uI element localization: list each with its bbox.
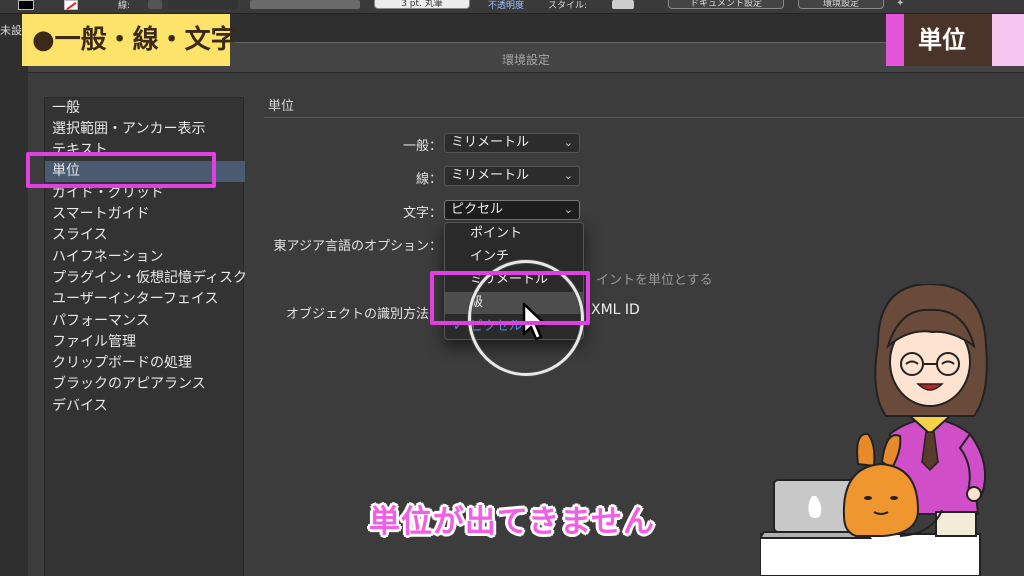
app-toolbar: 線: 3 pt. 丸筆 不透明度 スタイル: ドキュメント設定 環境設定 ✦ (0, 0, 1024, 14)
units-item-highlight (26, 152, 216, 188)
chevron-down-icon: ⌄ (563, 169, 573, 182)
stroke-swatch[interactable] (64, 0, 78, 10)
unit-tag-label: 単位 (904, 14, 992, 66)
screen: 線: 3 pt. 丸筆 不透明度 スタイル: ドキュメント設定 環境設定 ✦ 未… (0, 0, 1024, 576)
sidebar-item-hyphenation[interactable]: ハイフネーション (45, 247, 245, 268)
fill-swatch[interactable] (18, 0, 34, 10)
xml-id-option[interactable]: XML ID (591, 302, 640, 318)
sidebar-item-devices[interactable]: デバイス (45, 396, 245, 417)
style-swatch[interactable] (612, 0, 634, 9)
opacity-link[interactable]: 不透明度 (488, 0, 524, 11)
sidebar-item-black-appearance[interactable]: ブラックのアピアランス (45, 374, 245, 395)
sidebar-item-file-handling[interactable]: ファイル管理 (45, 332, 245, 353)
variable-width-field[interactable] (250, 0, 360, 9)
stroke-units-value: ミリメートル (451, 168, 530, 183)
partial-label: 未設 (0, 24, 22, 37)
sidebar-item-clipboard[interactable]: クリップボードの処理 (45, 353, 245, 374)
unit-tag-accent (886, 14, 904, 66)
type-units-select[interactable]: ピクセル ⌄ (444, 200, 580, 220)
preferences-button[interactable]: 環境設定 (798, 0, 884, 9)
east-asian-points-option[interactable]: イントを単位とする (596, 269, 713, 288)
pin-icon[interactable]: ✦ (896, 0, 904, 9)
document-setup-button[interactable]: ドキュメント設定 (668, 0, 784, 9)
sidebar-item-plugins[interactable]: プラグイン・仮想記憶ディスク (45, 268, 247, 289)
caption: 単位が出てきません (368, 504, 656, 540)
stroke-weight-chevron[interactable] (148, 0, 162, 9)
general-units-value: ミリメートル (451, 135, 530, 150)
object-id-label: オブジェクトの識別方法： (285, 307, 442, 322)
unit-tag: 単位 (886, 14, 1024, 66)
section-divider (264, 117, 1024, 118)
type-units-value: ピクセル (451, 202, 504, 217)
stroke-weight-field[interactable] (168, 0, 238, 9)
east-asian-options-label: 東アジア言語のオプション： (273, 239, 442, 254)
sidebar-item-selection[interactable]: 選択範囲・アンカー表示 (45, 119, 245, 140)
chevron-down-icon: ⌄ (563, 203, 573, 216)
sidebar-item-slices[interactable]: スライス (45, 225, 245, 246)
section-title: 単位 (268, 99, 295, 114)
type-units-label: 文字： (402, 206, 442, 221)
stroke-units-label: 線： (415, 172, 442, 187)
general-units-select[interactable]: ミリメートル ⌄ (444, 133, 580, 153)
sidebar-item-performance[interactable]: パフォーマンス (45, 311, 245, 332)
chevron-down-icon: ⌄ (563, 136, 573, 149)
general-units-label: 一般： (402, 139, 442, 154)
sidebar-item-smart-guides[interactable]: スマートガイド (45, 204, 245, 225)
brush-definition-select[interactable]: 3 pt. 丸筆 (374, 0, 470, 9)
category-tag: ●一般・線・文字 (22, 14, 237, 66)
dropdown-item-points[interactable]: ポイント (445, 223, 583, 245)
sidebar-item-user-interface[interactable]: ユーザーインターフェイス (45, 289, 245, 310)
none-stroke-icon (66, 2, 77, 10)
stroke-units-select[interactable]: ミリメートル ⌄ (444, 166, 580, 186)
stroke-label: 線: (118, 1, 131, 11)
style-label: スタイル: (548, 1, 588, 11)
q-option-highlight (430, 271, 590, 325)
sidebar-item-general[interactable]: 一般 (45, 98, 245, 119)
